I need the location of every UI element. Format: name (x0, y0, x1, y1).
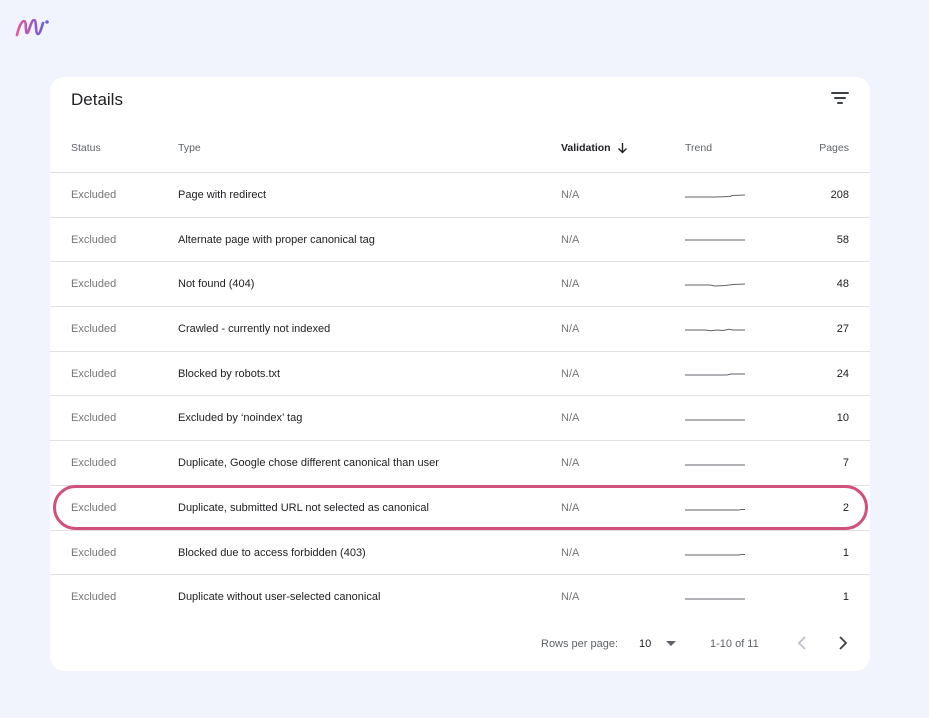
table-row[interactable]: Excluded Duplicate, submitted URL not se… (50, 486, 870, 531)
type-cell: Duplicate without user-selected canonica… (178, 591, 381, 604)
trend-sparkline (685, 373, 745, 376)
table-row[interactable]: Excluded Blocked by robots.txt N/A 24 (50, 352, 870, 397)
table-row[interactable]: Excluded Alternate page with proper cano… (50, 218, 870, 263)
trend-sparkline (685, 508, 745, 511)
brand-logo-icon (15, 18, 49, 37)
validation-cell: N/A (561, 501, 580, 514)
caret-down-icon (666, 641, 676, 646)
status-cell: Excluded (71, 189, 117, 201)
pages-cell: 208 (830, 189, 849, 201)
column-header-status[interactable]: Status (71, 142, 101, 154)
pages-cell: 48 (836, 278, 849, 291)
trend-sparkline (685, 553, 745, 555)
validation-cell: N/A (561, 591, 580, 604)
status-cell: Excluded (71, 367, 117, 380)
pagination-footer: Rows per page: 10 1-10 of 11 (50, 629, 870, 659)
status-cell: Excluded (71, 323, 117, 336)
status-cell: Excluded (71, 501, 117, 514)
rows-per-page-value: 10 (639, 638, 652, 650)
table-row[interactable]: Excluded Duplicate, Google chose differe… (50, 441, 870, 486)
status-cell: Excluded (71, 233, 117, 246)
table-row[interactable]: Excluded Crawled - currently not indexed… (50, 307, 870, 352)
type-cell: Duplicate, Google chose different canoni… (178, 457, 439, 470)
validation-cell: N/A (561, 412, 580, 425)
type-cell: Blocked by robots.txt (178, 367, 281, 380)
validation-cell: N/A (561, 189, 580, 201)
validation-cell: N/A (561, 278, 580, 291)
card-title: Details (71, 90, 123, 109)
column-header-validation-label: Validation (561, 142, 611, 154)
table-row[interactable]: Excluded Excluded by ‘noindex’ tag N/A 1… (50, 396, 870, 442)
trend-sparkline (685, 419, 745, 421)
status-cell: Excluded (71, 457, 117, 470)
validation-cell: N/A (561, 323, 580, 336)
pagination-range: 1-10 of 11 (710, 638, 759, 650)
type-cell: Excluded by ‘noindex’ tag (178, 412, 303, 425)
status-cell: Excluded (71, 591, 117, 604)
trend-sparkline (685, 239, 745, 241)
pages-cell: 10 (836, 412, 849, 425)
filter-icon[interactable] (828, 86, 852, 110)
status-cell: Excluded (71, 546, 117, 559)
table-header: Status Type Validation Trend Pages (50, 129, 870, 173)
type-cell: Duplicate, submitted URL not selected as… (178, 501, 429, 514)
status-cell: Excluded (71, 278, 117, 291)
type-cell: Blocked due to access forbidden (403) (178, 546, 366, 559)
table-row[interactable]: Excluded Blocked due to access forbidden… (50, 531, 870, 576)
chevron-right-icon[interactable] (831, 632, 853, 654)
validation-cell: N/A (561, 546, 580, 559)
pages-cell: 7 (842, 457, 849, 470)
table-row[interactable]: Excluded Duplicate without user-selected… (50, 575, 870, 620)
arrow-down-icon (617, 143, 627, 154)
trend-sparkline (685, 283, 745, 287)
pages-cell: 58 (836, 233, 849, 246)
trend-sparkline (685, 464, 745, 466)
status-cell: Excluded (71, 412, 117, 425)
table-row[interactable]: Excluded Page with redirect N/A 208 (50, 173, 870, 218)
table-body: Excluded Page with redirect N/A 208 Excl… (50, 173, 870, 620)
pages-cell: 1 (842, 591, 849, 604)
pages-cell: 24 (836, 367, 849, 380)
rows-per-page-select[interactable]: 10 (639, 634, 681, 654)
trend-sparkline (685, 598, 745, 600)
column-header-trend: Trend (685, 142, 713, 154)
column-header-type[interactable]: Type (178, 142, 201, 154)
type-cell: Page with redirect (178, 189, 267, 201)
pages-cell: 1 (842, 546, 849, 559)
validation-cell: N/A (561, 367, 580, 380)
chevron-left-icon[interactable] (792, 632, 814, 654)
type-cell: Alternate page with proper canonical tag (178, 233, 375, 246)
validation-cell: N/A (561, 457, 580, 470)
details-card: Details Status Type Validation Trend Pag… (50, 77, 870, 671)
table-row[interactable]: Excluded Not found (404) N/A 48 (50, 262, 870, 308)
column-header-pages[interactable]: Pages (819, 142, 849, 154)
pages-cell: 27 (836, 323, 849, 336)
type-cell: Crawled - currently not indexed (178, 323, 331, 336)
column-header-validation[interactable]: Validation (561, 142, 628, 154)
type-cell: Not found (404) (178, 278, 255, 291)
trend-sparkline (685, 194, 745, 198)
pages-cell: 2 (842, 501, 849, 514)
validation-cell: N/A (561, 233, 580, 246)
trend-sparkline (685, 328, 745, 332)
rows-per-page-label: Rows per page: (541, 638, 619, 650)
